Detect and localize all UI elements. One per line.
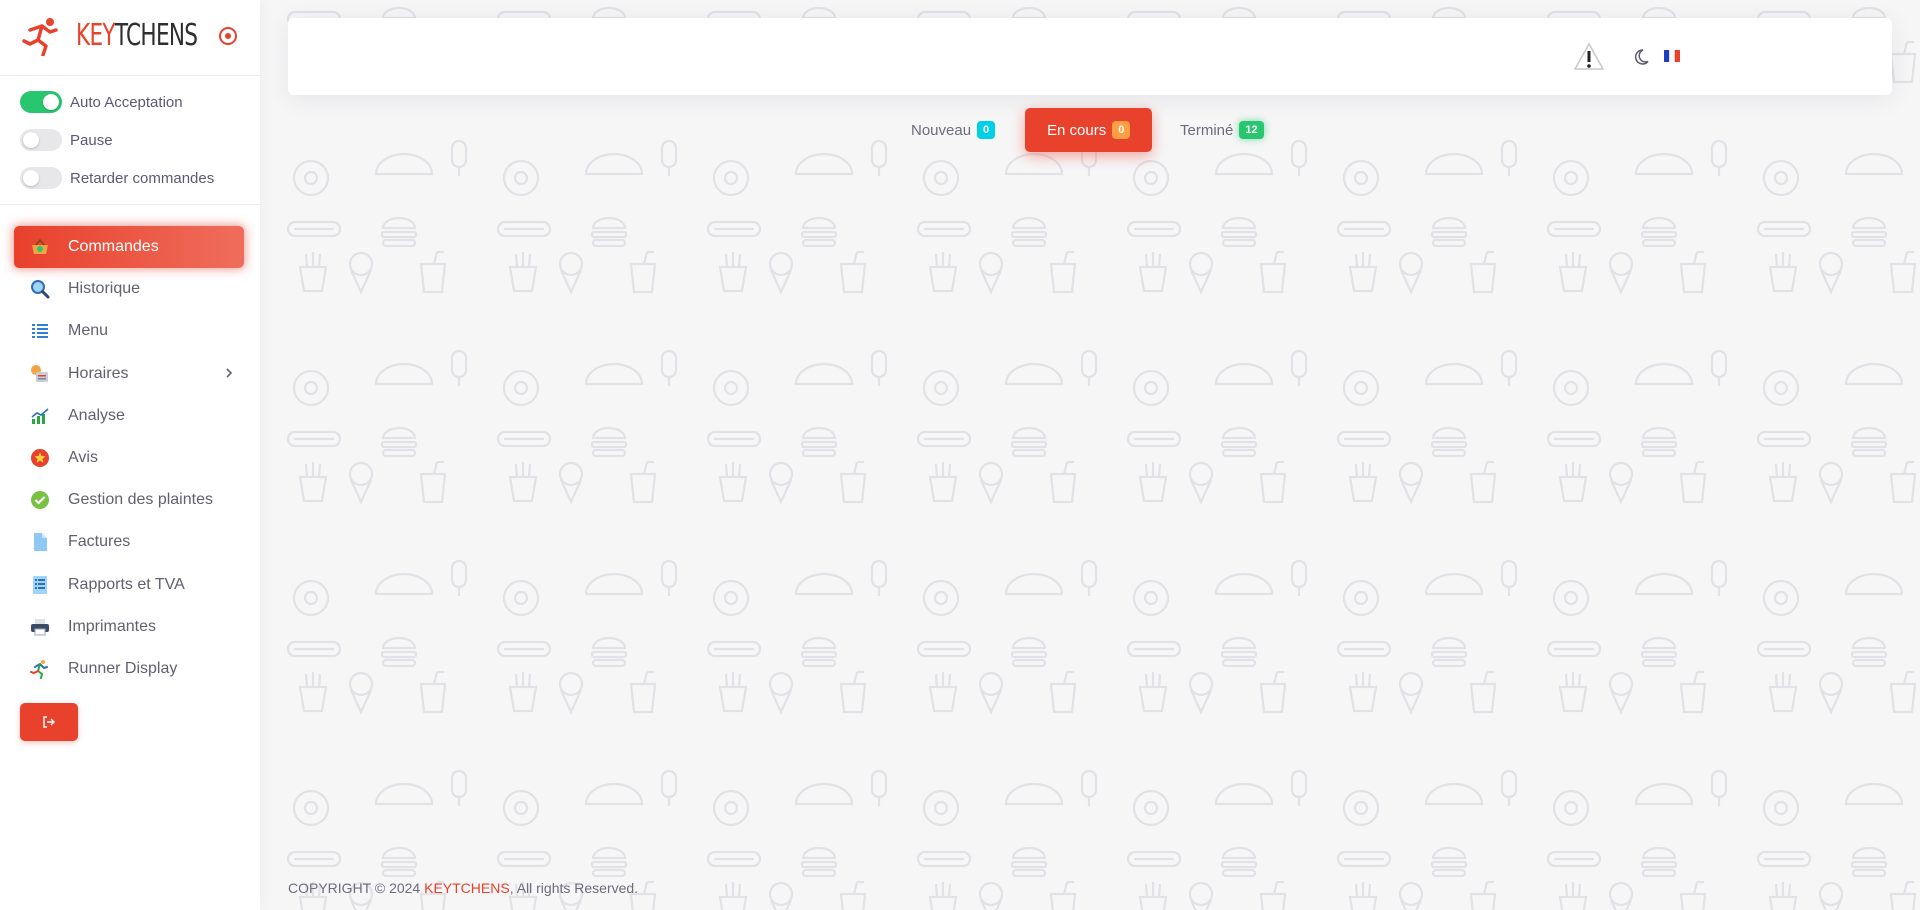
list-icon — [30, 321, 50, 341]
tab-nouveau[interactable]: Nouveau 0 — [911, 108, 996, 152]
count-badge: 0 — [1112, 121, 1131, 139]
sidebar-item-label: Rapports et TVA — [68, 575, 185, 593]
top-navbar — [288, 18, 1892, 95]
auto-acceptation-switch[interactable] — [20, 91, 62, 113]
schedule-icon — [30, 364, 50, 384]
collapse-sidebar-icon[interactable] — [218, 26, 238, 46]
sidebar-item-commandes[interactable]: Commandes — [14, 226, 244, 268]
runner-icon — [30, 659, 50, 679]
brand-wordmark-dark: TCHENS — [114, 18, 198, 53]
sidebar-item-label: Menu — [68, 322, 109, 340]
retarder-commandes-switch[interactable] — [20, 167, 62, 189]
retarder-commandes-toggle-row[interactable]: Retarder commandes — [20, 165, 214, 191]
pause-toggle-row[interactable]: Pause — [20, 127, 113, 153]
sidebar-item-label: Commandes — [68, 238, 159, 255]
brand-wordmark: KEYTCHENS — [76, 18, 198, 53]
switch-knob — [23, 132, 39, 148]
sidebar-item-historique[interactable]: Historique — [14, 268, 244, 310]
sidebar-item-runner-display[interactable]: Runner Display — [14, 648, 244, 690]
tab-label: Terminé — [1180, 121, 1234, 139]
sidebar-item-label: Gestion des plaintes — [68, 491, 213, 509]
sidebar-item-imprimantes[interactable]: Imprimantes — [14, 606, 244, 648]
sidebar-item-label: Avis — [68, 448, 98, 466]
count-badge: 12 — [1239, 121, 1264, 139]
star-icon — [30, 448, 50, 468]
switch-knob — [43, 94, 59, 110]
tab-label: Nouveau — [911, 121, 972, 139]
rights-text: , All rights Reserved. — [509, 880, 639, 896]
printer-icon — [30, 617, 50, 637]
moon-icon[interactable] — [1634, 47, 1654, 67]
count-badge: 0 — [977, 121, 996, 139]
copyright-text: COPYRIGHT © 2024 — [288, 880, 421, 896]
logout-icon — [43, 716, 55, 728]
sidebar-item-label: Runner Display — [68, 659, 178, 677]
tab-en-cours[interactable]: En cours 0 — [1025, 108, 1153, 152]
basket-icon — [30, 237, 50, 257]
sidebar-item-label: Historique — [68, 280, 141, 298]
logout-button[interactable] — [20, 703, 78, 741]
sidebar-item-factures[interactable]: Factures — [14, 521, 244, 563]
chevron-right-icon — [224, 366, 234, 382]
check-circle-icon — [30, 490, 50, 510]
footer: COPYRIGHT © 2024 KEYTCHENS, All rights R… — [288, 880, 638, 896]
document-icon — [30, 532, 50, 552]
magnifier-icon — [30, 279, 50, 299]
sidebar-item-label: Imprimantes — [68, 617, 157, 635]
order-status-tabs: Nouveau 0 En cours 0 Terminé 12 — [0, 108, 1920, 152]
warning-icon[interactable] — [1573, 42, 1605, 72]
sidebar-divider — [0, 204, 260, 205]
pause-switch[interactable] — [20, 129, 62, 151]
retarder-commandes-label: Retarder commandes — [70, 169, 215, 187]
sidebar-item-menu[interactable]: Menu — [14, 310, 244, 352]
sidebar-item-label: Analyse — [68, 406, 125, 424]
auto-acceptation-toggle-row[interactable]: Auto Acceptation — [20, 89, 183, 115]
sidebar-item-horaires[interactable]: Horaires — [14, 353, 244, 395]
sidebar-item-gestion-des-plaintes[interactable]: Gestion des plaintes — [14, 479, 244, 521]
report-icon — [30, 575, 50, 595]
sidebar-item-analyse[interactable]: Analyse — [14, 395, 244, 437]
sidebar-item-label: Horaires — [68, 364, 129, 382]
auto-acceptation-label: Auto Acceptation — [70, 93, 183, 111]
sidebar-item-avis[interactable]: Avis — [14, 437, 244, 479]
pause-label: Pause — [70, 131, 113, 149]
sidebar: KEYTCHENS Auto Acceptation Pause Retarde… — [0, 0, 260, 910]
sidebar-nav: Commandes Historique Menu Horaires Analy… — [14, 226, 244, 690]
sidebar-item-label: Factures — [68, 533, 131, 551]
footer-brand-link[interactable]: KEYTCHENS — [424, 880, 510, 896]
sidebar-divider — [0, 75, 260, 76]
switch-knob — [23, 170, 39, 186]
tab-termine[interactable]: Terminé 12 — [1180, 108, 1264, 152]
tab-label: En cours — [1047, 121, 1107, 139]
brand-logo[interactable]: KEYTCHENS — [22, 14, 242, 58]
french-flag-icon[interactable] — [1664, 50, 1680, 62]
runner-logo-icon — [22, 18, 58, 56]
brand-wordmark-red: KEY — [76, 18, 116, 53]
chart-icon — [30, 406, 50, 426]
sidebar-item-rapports-et-tva[interactable]: Rapports et TVA — [14, 564, 244, 606]
